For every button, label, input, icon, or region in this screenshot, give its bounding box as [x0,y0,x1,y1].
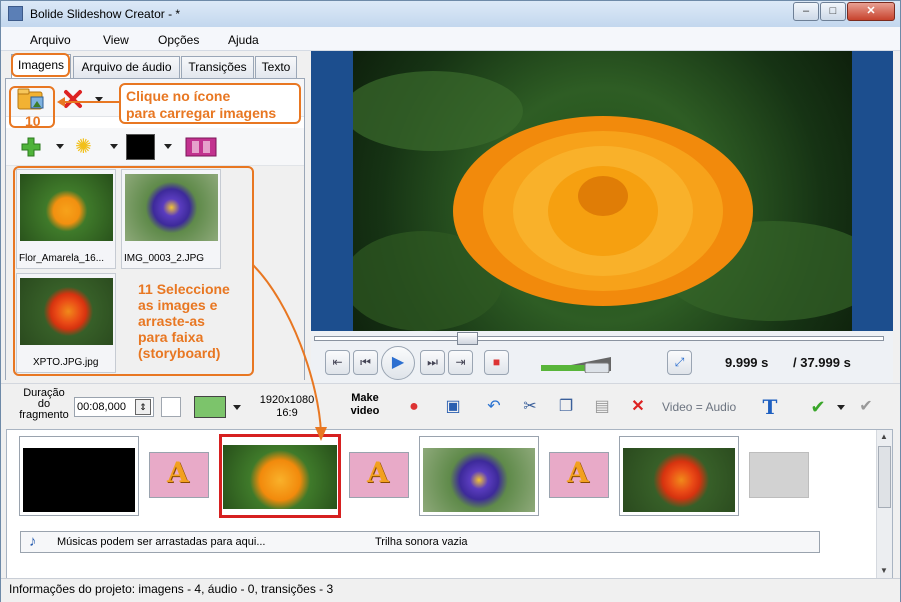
color-dropdown-icon[interactable] [164,144,172,149]
apply-all-checkbox[interactable] [161,397,181,417]
imagens-tab-highlight [11,53,70,77]
transition-slot[interactable]: A [149,452,209,498]
fullscreen-button[interactable]: ⤢ [667,350,692,375]
prev-button[interactable]: ⏮ [353,350,378,375]
title-bar: Bolide Slideshow Creator - * – □ ✕ [1,1,900,27]
record-icon[interactable]: ● [403,396,425,418]
duration-label: Duração do fragmento [19,387,69,421]
effects-dropdown-icon[interactable] [110,144,118,149]
total-time: / 37.999 s [793,355,851,370]
background-dropdown-icon[interactable] [233,405,241,410]
load-hint-box: Clique no ícone para carregar imagens [119,83,301,124]
tab-texto[interactable]: Texto [255,56,297,78]
menu-opcoes[interactable]: Opções [158,33,199,47]
text-icon[interactable]: T [759,396,781,418]
storyboard-slot[interactable] [19,436,139,516]
soundtrack-status: Trilha sonora vazia [375,536,468,548]
music-placeholder: Músicas podem ser arrastadas para aqui..… [57,536,266,548]
minimize-button[interactable]: – [793,2,819,21]
storyboard-slot[interactable] [419,436,539,516]
menu-bar: Arquivo View Opções Ajuda [1,27,900,51]
load-hint-line2: para carregar imagens [126,105,277,121]
video-audio-label[interactable]: Video = Audio [662,400,736,414]
undo-icon[interactable]: ↶ [483,396,505,418]
storyboard-scrollbar[interactable]: ▲ ▼ [876,430,892,578]
tab-arquivo-de-audio[interactable]: Arquivo de áudio [73,56,180,78]
note-icon: ♪ [29,533,37,550]
tab-transicoes[interactable]: Transições [181,56,254,78]
app-window: Bolide Slideshow Creator - * – □ ✕ Arqui… [0,0,901,602]
color-swatch-icon[interactable] [126,134,155,160]
current-time: 9.999 s [725,355,769,370]
menu-arquivo[interactable]: Arquivo [30,33,71,47]
menu-view[interactable]: View [103,33,129,47]
transition-slot[interactable]: A [549,452,609,498]
duration-stepper[interactable]: ⇕ [135,399,151,415]
remove-icon[interactable]: ✕ [627,396,649,418]
add-dropdown-icon[interactable] [56,144,64,149]
copy-icon[interactable]: ❐ [555,396,577,418]
video-preview [311,51,893,331]
status-bar: Informações do projeto: imagens - 4, áud… [1,578,900,602]
step-11-text: 11 Seleccione as images e arraste-as par… [138,281,230,361]
background-avatar-icon[interactable] [194,396,226,418]
empty-slot[interactable] [749,452,809,498]
menu-ajuda[interactable]: Ajuda [228,33,259,47]
stop-button[interactable]: ■ [484,350,509,375]
make-video-button[interactable]: Make video [345,392,385,418]
cut-icon[interactable]: ✂ [519,396,541,418]
sparkle-icon[interactable]: ✺ [75,136,92,158]
next-button[interactable]: ⏭ [420,350,445,375]
maximize-button[interactable]: □ [820,2,846,21]
seek-handle[interactable] [457,332,478,345]
player-controls: ⇤ ⏮ ▶ ⏭ ⇥ ■ ⤢ 9.999 s / 37.999 s [311,331,893,383]
scroll-thumb[interactable] [878,446,891,508]
scroll-up-icon[interactable]: ▲ [880,432,888,441]
storyboard-slot-selected[interactable] [219,434,341,518]
image-toolbar-bottom: ✺ [6,128,304,166]
check-icon[interactable]: ✔ [807,396,829,418]
app-icon [8,6,23,21]
load-hint-line1: Clique no ícone [126,88,231,104]
save-icon[interactable]: ▣ [442,396,464,418]
go-end-button[interactable]: ⇥ [448,350,473,375]
music-track[interactable]: ♪ Músicas podem ser arrastadas para aqui… [20,531,820,553]
window-title: Bolide Slideshow Creator - * [30,7,181,21]
filmstrip-icon[interactable] [184,135,218,162]
transition-slot[interactable]: A [349,452,409,498]
add-icon[interactable] [20,136,42,161]
preview-image [353,51,852,331]
seek-bar[interactable] [314,336,884,341]
load-hint-arrow [57,97,119,107]
volume-slider[interactable] [541,355,611,374]
check-dropdown-icon[interactable] [837,405,845,410]
drag-arrow [252,264,327,441]
storyboard-toolbar: Duração do fragmento 00:08,000 ⇕ 1920x10… [1,383,900,429]
paste-icon[interactable]: ▤ [591,396,613,418]
play-button[interactable]: ▶ [381,346,415,380]
storyboard-slot[interactable] [619,436,739,516]
storyboard: A A A ♪ Músicas podem ser arrastadas par… [6,429,893,579]
step-10-label: 10 [25,113,41,129]
tools-icon[interactable]: ✔ [855,396,877,418]
scroll-down-icon[interactable]: ▼ [880,566,888,575]
close-window-button[interactable]: ✕ [847,2,895,21]
